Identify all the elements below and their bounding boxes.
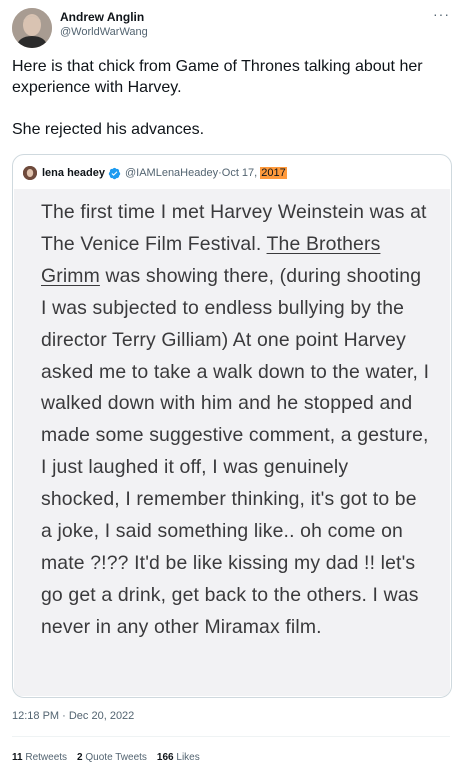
avatar-photo <box>12 8 52 48</box>
tweet-paragraph: Here is that chick from Game of Thrones … <box>12 58 423 96</box>
retweets-stat[interactable]: 11 Retweets <box>12 752 67 763</box>
quoted-image[interactable]: The first time I met Harvey Weinstein wa… <box>14 189 450 696</box>
tweet-text: Here is that chick from Game of Thrones … <box>12 56 452 140</box>
quoted-tweet[interactable]: lena headey @IAMLenaHeadey · Oct 17, 201… <box>12 154 452 698</box>
quote-tweets-count: 2 <box>77 752 83 763</box>
retweets-count: 11 <box>12 752 23 763</box>
quoted-date: Oct 17, <box>221 167 258 179</box>
quoted-image-text: The first time I met Harvey Weinstein wa… <box>41 197 431 644</box>
quoted-avatar <box>23 166 37 180</box>
quoted-avatar-photo <box>23 166 37 180</box>
tweet-paragraph: She rejected his advances. <box>12 121 205 138</box>
likes-count: 166 <box>156 752 174 763</box>
tweet-stats: 11 Retweets 2 Quote Tweets 166 Likes <box>12 752 200 763</box>
likes-stat[interactable]: 166 Likes <box>157 752 200 763</box>
quoted-tweet-header: lena headey @IAMLenaHeadey · Oct 17, 201… <box>23 165 287 181</box>
quote-tweets-stat[interactable]: 2 Quote Tweets <box>77 752 147 763</box>
quoted-year-highlight: 2017 <box>260 167 287 179</box>
author-handle[interactable]: @WorldWarWang <box>60 25 148 39</box>
author-name[interactable]: Andrew Anglin <box>60 10 148 25</box>
quote-tweets-label: Quote Tweets <box>85 752 147 763</box>
divider <box>12 736 450 737</box>
verified-badge-icon <box>108 167 121 179</box>
quoted-author-handle: @IAMLenaHeadey <box>124 167 219 179</box>
avatar[interactable] <box>12 8 52 48</box>
image-text-part: was showing there, (during shooting I wa… <box>41 264 430 638</box>
more-options-icon[interactable]: ··· <box>433 6 450 22</box>
quoted-author-name: lena headey <box>42 167 105 179</box>
author-block: Andrew Anglin @WorldWarWang <box>60 10 148 39</box>
tweet-timestamp[interactable]: 12:18 PM · Dec 20, 2022 <box>12 710 134 722</box>
likes-label: Likes <box>176 752 200 763</box>
retweets-label: Retweets <box>25 752 68 763</box>
